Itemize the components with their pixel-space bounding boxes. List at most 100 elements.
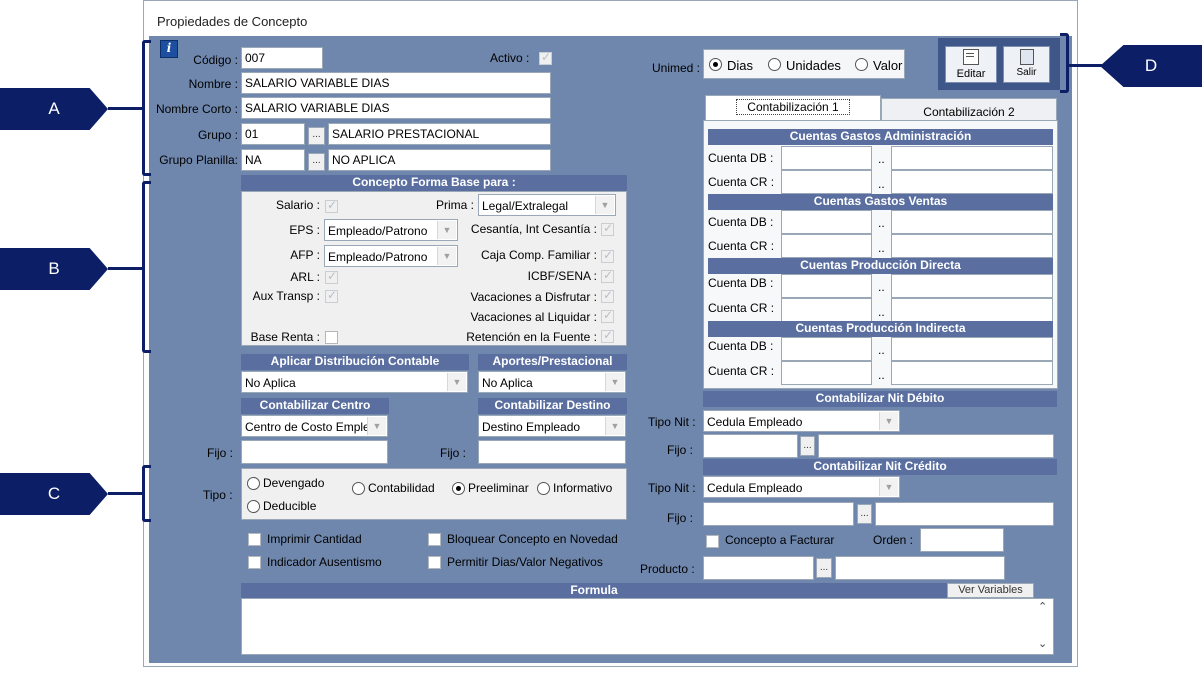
- destino-fijo-input[interactable]: [478, 440, 626, 464]
- grupo-desc-input[interactable]: SALARIO PRESTACIONAL: [328, 123, 551, 145]
- unimed-unidades-radio[interactable]: [768, 58, 781, 71]
- grupo-code-input[interactable]: 01: [241, 123, 305, 145]
- nit-debito-fijo-input[interactable]: [703, 434, 798, 458]
- cuentas-indirecta-cr-input[interactable]: [781, 361, 872, 385]
- producto-input[interactable]: [703, 556, 814, 580]
- imprimir-checkbox[interactable]: [248, 533, 261, 546]
- unimed-dias-radio[interactable]: [709, 58, 722, 71]
- caja-checkbox[interactable]: ✓: [601, 248, 614, 263]
- grupo-planilla-code-input[interactable]: NA: [241, 149, 305, 171]
- tipo-contabilidad-radio[interactable]: [352, 482, 365, 495]
- chevron-down-icon: ▼: [605, 417, 624, 435]
- annotation-line-b: [108, 267, 143, 270]
- cuentas-admin-cr-dots[interactable]: ..: [878, 177, 885, 191]
- nit-credito-fijo-desc[interactable]: [875, 502, 1054, 526]
- formula-scroll-up-icon[interactable]: ⌃: [1038, 600, 1047, 613]
- base-renta-checkbox[interactable]: [325, 331, 338, 344]
- cuentas-directa-db-desc[interactable]: [891, 274, 1053, 298]
- destino-select-value: Destino Empleado: [482, 420, 581, 434]
- grupo-planilla-browse-button[interactable]: ...: [308, 153, 325, 171]
- vac-disfrutar-checkbox[interactable]: ✓: [601, 288, 614, 303]
- cuentas-ventas-db-desc[interactable]: [891, 210, 1053, 234]
- grupo-browse-button[interactable]: ...: [308, 127, 325, 145]
- unimed-label: Unimed :: [652, 61, 701, 75]
- cuentas-ventas-db-input[interactable]: [781, 210, 872, 234]
- cuentas-indirecta-cr-dots[interactable]: ..: [878, 368, 885, 382]
- cuentas-directa-cr-desc[interactable]: [891, 298, 1053, 322]
- aux-transp-checkbox[interactable]: ✓: [325, 288, 338, 303]
- formula-scroll-down-icon[interactable]: ⌄: [1038, 637, 1047, 650]
- activo-checkbox[interactable]: ✓: [539, 50, 552, 65]
- unimed-valor-label: Valor: [873, 58, 903, 73]
- aportes-select[interactable]: No Aplica ▼: [478, 371, 626, 393]
- arl-checkbox[interactable]: ✓: [325, 269, 338, 284]
- destino-header: Contabilizar Destino: [478, 398, 627, 414]
- cuentas-directa-db-input[interactable]: [781, 274, 872, 298]
- destino-select[interactable]: Destino Empleado ▼: [478, 415, 626, 437]
- eps-select[interactable]: Empleado/Patrono ▼: [324, 219, 458, 241]
- grupo-planilla-desc-input[interactable]: NO APLICA: [328, 149, 551, 171]
- formula-textarea[interactable]: [241, 598, 1054, 655]
- cuentas-admin-db-desc[interactable]: [891, 146, 1053, 170]
- nombre-corto-input[interactable]: SALARIO VARIABLE DIAS: [241, 97, 551, 119]
- nit-credito-tipo-select[interactable]: Cedula Empleado ▼: [703, 476, 900, 498]
- orden-input[interactable]: [920, 528, 1004, 552]
- ver-variables-button[interactable]: Ver Variables: [947, 583, 1034, 598]
- aportes-select-value: No Aplica: [482, 376, 533, 390]
- tab-contabilizacion-2[interactable]: Contabilización 2: [881, 98, 1057, 121]
- cuentas-ventas-cr-dots[interactable]: ..: [878, 241, 885, 255]
- cuentas-admin-header: Cuentas Gastos Administración: [708, 129, 1053, 145]
- cuentas-ventas-cr-input[interactable]: [781, 234, 872, 258]
- nombre-input[interactable]: SALARIO VARIABLE DIAS: [241, 72, 551, 94]
- icbf-checkbox[interactable]: ✓: [601, 268, 614, 283]
- salario-checkbox[interactable]: ✓: [325, 198, 338, 213]
- nit-debito-fijo-desc[interactable]: [818, 434, 1054, 458]
- bloquear-checkbox[interactable]: [428, 533, 441, 546]
- retencion-checkbox[interactable]: ✓: [601, 328, 614, 343]
- cuentas-indirecta-db-desc[interactable]: [891, 337, 1053, 361]
- chevron-down-icon: ▼: [367, 417, 386, 435]
- vac-liquidar-checkbox[interactable]: ✓: [601, 308, 614, 323]
- cuentas-indirecta-db-input[interactable]: [781, 337, 872, 361]
- ausentismo-checkbox[interactable]: [248, 556, 261, 569]
- nit-debito-header: Contabilizar Nit Débito: [703, 391, 1057, 407]
- codigo-input[interactable]: 007: [241, 47, 323, 69]
- cuentas-indirecta-cr-desc[interactable]: [891, 361, 1053, 385]
- tipo-informativo-radio[interactable]: [537, 482, 550, 495]
- centro-select[interactable]: Centro de Costo Emple ▼: [241, 415, 388, 437]
- cuentas-admin-db-input[interactable]: [781, 146, 872, 170]
- prima-select[interactable]: Legal/Extralegal ▼: [478, 194, 616, 216]
- cuentas-ventas-cr-desc[interactable]: [891, 234, 1053, 258]
- afp-select[interactable]: Empleado/Patrono ▼: [324, 245, 458, 267]
- cuentas-ventas-db-dots[interactable]: ..: [878, 216, 885, 230]
- negativos-checkbox[interactable]: [428, 556, 441, 569]
- salir-button[interactable]: Salir: [1003, 46, 1050, 83]
- nit-credito-fijo-input[interactable]: [703, 502, 854, 526]
- producto-browse-button[interactable]: ...: [816, 558, 832, 578]
- grupo-planilla-label: Grupo Planilla:: [159, 153, 238, 167]
- cesantia-checkbox[interactable]: ✓: [601, 221, 614, 236]
- centro-fijo-input[interactable]: [241, 440, 388, 464]
- aux-transp-label: Aux Transp :: [252, 289, 320, 303]
- chevron-down-icon: ▼: [447, 373, 466, 391]
- tipo-deducible-radio[interactable]: [247, 500, 260, 513]
- nit-credito-tipo-value: Cedula Empleado: [707, 481, 803, 495]
- tipo-devengado-radio[interactable]: [247, 477, 260, 490]
- cuentas-directa-db-dots[interactable]: ..: [878, 280, 885, 294]
- cuentas-admin-cr-desc[interactable]: [891, 170, 1053, 194]
- nit-credito-browse-button[interactable]: ...: [857, 504, 872, 524]
- tipo-preeliminar-radio[interactable]: [452, 482, 465, 495]
- nit-debito-tipo-select[interactable]: Cedula Empleado ▼: [703, 410, 900, 432]
- nit-debito-browse-button[interactable]: ...: [800, 436, 815, 456]
- unimed-valor-radio[interactable]: [855, 58, 868, 71]
- editar-button[interactable]: Editar: [945, 46, 997, 83]
- cuentas-directa-cr-dots[interactable]: ..: [878, 305, 885, 319]
- producto-desc-input[interactable]: [835, 556, 1005, 580]
- cuentas-admin-db-dots[interactable]: ..: [878, 152, 885, 166]
- distribucion-select[interactable]: No Aplica ▼: [241, 371, 468, 393]
- cuentas-admin-cr-input[interactable]: [781, 170, 872, 194]
- concepto-facturar-checkbox[interactable]: [706, 535, 719, 548]
- tab-contabilizacion-1[interactable]: Contabilización 1: [705, 95, 881, 121]
- cuentas-indirecta-db-dots[interactable]: ..: [878, 343, 885, 357]
- cuentas-directa-cr-input[interactable]: [781, 298, 872, 322]
